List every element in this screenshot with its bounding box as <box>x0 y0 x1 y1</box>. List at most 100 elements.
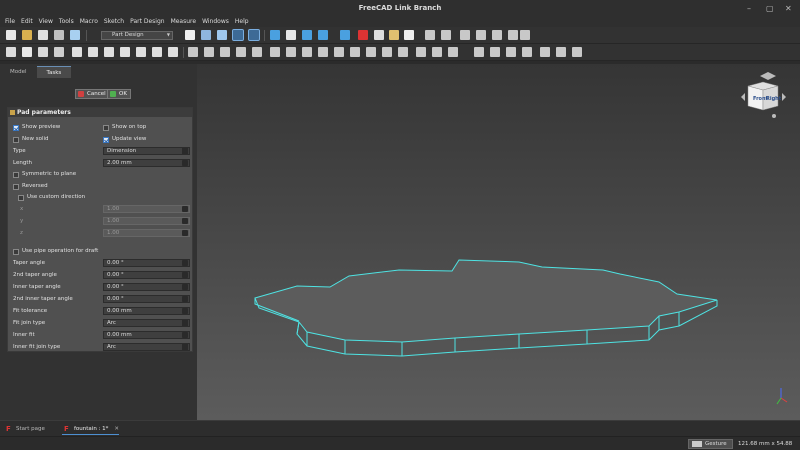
save-icon[interactable] <box>38 30 48 40</box>
symmetric-checkbox[interactable] <box>13 172 19 178</box>
second-taper-angle-input[interactable]: 0.00 ° <box>103 271 190 279</box>
split-icon[interactable] <box>556 47 566 57</box>
draft-icon[interactable] <box>432 47 442 57</box>
cube-menu-icon[interactable] <box>772 114 776 118</box>
minimize-button[interactable]: – <box>747 0 751 17</box>
rotate-left-icon[interactable] <box>741 93 745 101</box>
inner-fit-join-type-select[interactable]: Arc <box>103 343 190 351</box>
polar-pattern-icon[interactable] <box>506 47 516 57</box>
show-preview-checkbox[interactable] <box>13 125 19 131</box>
datum-plane-icon[interactable] <box>104 47 114 57</box>
new-solid-checkbox[interactable] <box>13 137 19 143</box>
pad-icon[interactable] <box>188 47 198 57</box>
subshape-binder-icon[interactable] <box>168 47 178 57</box>
second-inner-taper-angle-input[interactable]: 0.00 ° <box>103 295 190 303</box>
inner-fit-input[interactable]: 0.00 mm <box>103 331 190 339</box>
tab-fountain[interactable]: Ffountain : 1* ✕ <box>62 424 120 435</box>
menu-help[interactable]: Help <box>235 17 249 27</box>
view-rear-icon[interactable] <box>492 30 502 40</box>
update-view-checkbox[interactable] <box>103 137 109 143</box>
fit-join-type-select[interactable]: Arc <box>103 319 190 327</box>
z-direction-input[interactable]: 1.00 <box>103 229 190 237</box>
sketch-icon[interactable] <box>22 47 32 57</box>
cancel-button[interactable]: Cancel <box>75 89 110 99</box>
inner-taper-angle-input[interactable]: 0.00 ° <box>103 283 190 291</box>
close-tab-icon[interactable]: ✕ <box>114 426 119 432</box>
menu-part-design[interactable]: Part Design <box>130 17 164 27</box>
menu-view[interactable]: View <box>39 17 53 27</box>
draw-style-icon[interactable] <box>217 30 227 40</box>
length-input[interactable]: 2.00 mm <box>103 159 190 167</box>
sketch-edit-icon[interactable] <box>38 47 48 57</box>
undo-icon[interactable] <box>70 30 80 40</box>
thickness-icon[interactable] <box>448 47 458 57</box>
open-file-icon[interactable] <box>22 30 32 40</box>
3d-viewport[interactable]: Front Right <box>197 64 800 420</box>
back-icon[interactable] <box>270 30 280 40</box>
fit-tolerance-input[interactable]: 0.00 mm <box>103 307 190 315</box>
revolution-icon[interactable] <box>204 47 214 57</box>
maximize-button[interactable]: ▢ <box>766 0 774 17</box>
pipe-draft-checkbox[interactable] <box>13 249 19 255</box>
type-select[interactable]: Dimension <box>103 147 190 155</box>
navigation-style-button[interactable]: Gesture <box>688 439 733 449</box>
new-file-icon[interactable] <box>6 30 16 40</box>
pocket-icon[interactable] <box>270 47 280 57</box>
fit-selection-icon[interactable] <box>201 30 211 40</box>
refresh-icon[interactable] <box>302 30 312 40</box>
section-view-icon[interactable] <box>248 29 260 41</box>
loft-icon[interactable] <box>220 47 230 57</box>
run-macro-icon[interactable] <box>404 30 414 40</box>
menu-sketch[interactable]: Sketch <box>104 17 124 27</box>
x-direction-input[interactable]: 1.00 <box>103 205 190 213</box>
rotate-right-icon[interactable] <box>782 93 786 101</box>
clone-icon[interactable] <box>152 47 162 57</box>
view-bottom-icon[interactable] <box>508 30 518 40</box>
macros-icon[interactable] <box>389 30 399 40</box>
fit-all-icon[interactable] <box>185 30 195 40</box>
view-right-icon[interactable] <box>476 30 486 40</box>
std-view-icon[interactable] <box>318 30 328 40</box>
menu-windows[interactable]: Windows <box>202 17 229 27</box>
shape-binder-icon[interactable] <box>136 47 146 57</box>
close-button[interactable]: ✕ <box>785 0 792 17</box>
y-direction-input[interactable]: 1.00 <box>103 217 190 225</box>
tab-model[interactable]: Model <box>0 66 37 78</box>
helix-icon[interactable] <box>252 47 262 57</box>
cube-right-face[interactable]: Right <box>766 96 782 102</box>
stop-macro-icon[interactable] <box>374 30 384 40</box>
groove-icon[interactable] <box>302 47 312 57</box>
additive-primitive-icon[interactable] <box>366 47 376 57</box>
view-left-icon[interactable] <box>520 30 530 40</box>
pad-top-face[interactable] <box>254 259 718 343</box>
record-macro-icon[interactable] <box>358 30 368 40</box>
multi-transform-icon[interactable] <box>522 47 532 57</box>
measure-icon[interactable] <box>340 30 350 40</box>
tab-start-page[interactable]: F Start page <box>4 424 45 435</box>
menu-edit[interactable]: Edit <box>21 17 33 27</box>
chamfer-icon[interactable] <box>416 47 426 57</box>
datum-line-icon[interactable] <box>88 47 98 57</box>
datum-point-icon[interactable] <box>72 47 82 57</box>
hole-icon[interactable] <box>286 47 296 57</box>
body-icon[interactable] <box>6 47 16 57</box>
menu-file[interactable]: File <box>5 17 15 27</box>
menu-measure[interactable]: Measure <box>171 17 197 27</box>
subtractive-loft-icon[interactable] <box>318 47 328 57</box>
mirrored-icon[interactable] <box>474 47 484 57</box>
pipe-icon[interactable] <box>236 47 246 57</box>
view-fit-icon[interactable] <box>425 30 435 40</box>
menu-macro[interactable]: Macro <box>80 17 98 27</box>
subtractive-helix-icon[interactable] <box>350 47 360 57</box>
sprocket-icon[interactable] <box>572 47 582 57</box>
linear-pattern-icon[interactable] <box>490 47 500 57</box>
local-cs-icon[interactable] <box>120 47 130 57</box>
bounding-box-icon[interactable] <box>232 29 244 41</box>
panel-header[interactable]: Pad parameters <box>8 108 192 117</box>
ok-button[interactable]: OK <box>107 89 131 99</box>
show-on-top-checkbox[interactable] <box>103 125 109 131</box>
reversed-checkbox[interactable] <box>13 184 19 190</box>
custom-direction-checkbox[interactable] <box>18 195 24 201</box>
validate-sketch-icon[interactable] <box>54 47 64 57</box>
subtractive-primitive-icon[interactable] <box>382 47 392 57</box>
